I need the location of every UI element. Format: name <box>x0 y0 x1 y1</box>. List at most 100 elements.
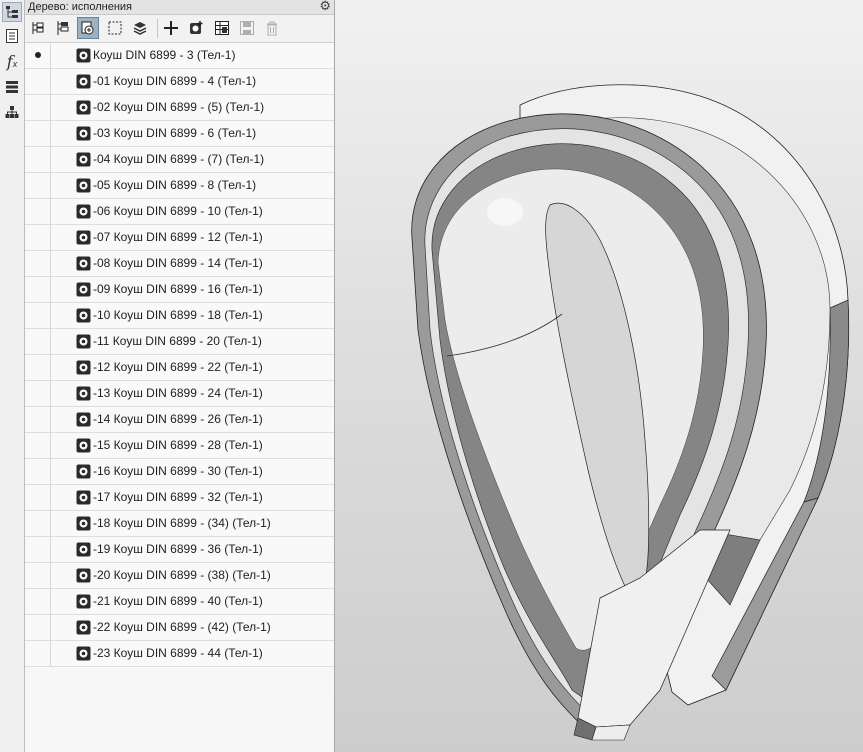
tree-row[interactable]: -12 Коуш DIN 6899 - 22 (Тел-1) <box>25 355 334 381</box>
tree-row[interactable]: -21 Коуш DIN 6899 - 40 (Тел-1) <box>25 589 334 615</box>
part-variant-icon <box>76 568 91 583</box>
variant-properties-icon[interactable] <box>77 17 99 39</box>
panel-titlebar: Дерево: исполнения ⚙ <box>25 0 334 15</box>
current-marker-cell[interactable] <box>25 225 51 250</box>
model-viewport[interactable] <box>335 0 863 752</box>
current-marker-cell[interactable] <box>25 95 51 120</box>
tree-row-label: -01 Коуш DIN 6899 - 4 (Тел-1) <box>93 74 257 88</box>
tree-row-label: -12 Коуш DIN 6899 - 22 (Тел-1) <box>93 360 263 374</box>
tree-row[interactable]: -02 Коуш DIN 6899 - (5) (Тел-1) <box>25 95 334 121</box>
tree-row-label: -15 Коуш DIN 6899 - 28 (Тел-1) <box>93 438 263 452</box>
tree-row-label: -07 Коуш DIN 6899 - 12 (Тел-1) <box>93 230 263 244</box>
tree-row[interactable]: -20 Коуш DIN 6899 - (38) (Тел-1) <box>25 563 334 589</box>
current-marker-cell[interactable] <box>25 43 51 68</box>
part-variant-icon <box>76 74 91 89</box>
current-marker-cell[interactable] <box>25 173 51 198</box>
tree-row-label: -23 Коуш DIN 6899 - 44 (Тел-1) <box>93 646 263 660</box>
current-marker-cell[interactable] <box>25 277 51 302</box>
tree-row[interactable]: -17 Коуш DIN 6899 - 32 (Тел-1) <box>25 485 334 511</box>
part-variant-icon <box>76 594 91 609</box>
part-variant-icon <box>76 412 91 427</box>
panel-title: Дерево: исполнения <box>28 1 133 13</box>
variables-fx-icon[interactable]: fx <box>2 51 22 71</box>
current-marker-cell[interactable] <box>25 199 51 224</box>
tree-row[interactable]: -07 Коуш DIN 6899 - 12 (Тел-1) <box>25 225 334 251</box>
table-edit-icon[interactable] <box>211 17 233 39</box>
tree-row[interactable]: -18 Коуш DIN 6899 - (34) (Тел-1) <box>25 511 334 537</box>
tree-row[interactable]: -13 Коуш DIN 6899 - 24 (Тел-1) <box>25 381 334 407</box>
hierarchy-icon[interactable] <box>2 102 22 122</box>
left-sidebar: fx <box>0 0 25 752</box>
tree-row[interactable]: -08 Коуш DIN 6899 - 14 (Тел-1) <box>25 251 334 277</box>
current-marker-cell[interactable] <box>25 537 51 562</box>
current-marker-cell[interactable] <box>25 303 51 328</box>
part-variant-icon <box>76 386 91 401</box>
part-variant-icon <box>76 490 91 505</box>
tree-structure-icon[interactable] <box>27 17 49 39</box>
tree-row[interactable]: -22 Коуш DIN 6899 - (42) (Тел-1) <box>25 615 334 641</box>
part-variant-icon <box>76 204 91 219</box>
tree-row-label: -13 Коуш DIN 6899 - 24 (Тел-1) <box>93 386 263 400</box>
part-variant-icon <box>76 542 91 557</box>
save-icon[interactable] <box>236 17 258 39</box>
current-marker-cell[interactable] <box>25 511 51 536</box>
current-marker-cell[interactable] <box>25 147 51 172</box>
properties-icon[interactable] <box>2 26 22 46</box>
current-variant-dot-icon <box>35 52 41 58</box>
tree-row[interactable]: -06 Коуш DIN 6899 - 10 (Тел-1) <box>25 199 334 225</box>
part-variant-icon <box>76 100 91 115</box>
tree-icon[interactable] <box>2 2 22 22</box>
part-variant-icon <box>76 126 91 141</box>
tree-row[interactable]: -16 Коуш DIN 6899 - 30 (Тел-1) <box>25 459 334 485</box>
tree-row-label: -03 Коуш DIN 6899 - 6 (Тел-1) <box>93 126 257 140</box>
tree-branch-icon[interactable] <box>52 17 74 39</box>
part-variant-icon <box>76 620 91 635</box>
current-marker-cell[interactable] <box>25 589 51 614</box>
tree-row-label: -16 Коуш DIN 6899 - 30 (Тел-1) <box>93 464 263 478</box>
tree-row[interactable]: -01 Коуш DIN 6899 - 4 (Тел-1) <box>25 69 334 95</box>
current-marker-cell[interactable] <box>25 615 51 640</box>
layers-list-icon[interactable] <box>2 77 22 97</box>
current-marker-cell[interactable] <box>25 485 51 510</box>
current-marker-cell[interactable] <box>25 355 51 380</box>
current-marker-cell[interactable] <box>25 251 51 276</box>
tree-row[interactable]: -14 Коуш DIN 6899 - 26 (Тел-1) <box>25 407 334 433</box>
tree-row-label: -06 Коуш DIN 6899 - 10 (Тел-1) <box>93 204 263 218</box>
tree-row[interactable]: Коуш DIN 6899 - 3 (Тел-1) <box>25 43 334 69</box>
current-marker-cell[interactable] <box>25 121 51 146</box>
current-marker-cell[interactable] <box>25 563 51 588</box>
tree-row-label: -22 Коуш DIN 6899 - (42) (Тел-1) <box>93 620 271 634</box>
tree-row[interactable]: -23 Коуш DIN 6899 - 44 (Тел-1) <box>25 641 334 667</box>
part-variant-icon <box>76 334 91 349</box>
create-variant-icon[interactable] <box>185 17 207 39</box>
tree-toolbar <box>25 15 334 43</box>
current-marker-cell[interactable] <box>25 381 51 406</box>
tree-row-label: -20 Коуш DIN 6899 - (38) (Тел-1) <box>93 568 271 582</box>
tree-row[interactable]: -10 Коуш DIN 6899 - 18 (Тел-1) <box>25 303 334 329</box>
variants-list: Коуш DIN 6899 - 3 (Тел-1) -01 Коуш DIN 68… <box>25 43 334 667</box>
current-marker-cell[interactable] <box>25 459 51 484</box>
thimble-model <box>411 84 850 741</box>
tree-row-label: -14 Коуш DIN 6899 - 26 (Тел-1) <box>93 412 263 426</box>
tree-row[interactable]: -11 Коуш DIN 6899 - 20 (Тел-1) <box>25 329 334 355</box>
delete-icon[interactable] <box>261 17 283 39</box>
tree-row[interactable]: -05 Коуш DIN 6899 - 8 (Тел-1) <box>25 173 334 199</box>
tree-row[interactable]: -04 Коуш DIN 6899 - (7) (Тел-1) <box>25 147 334 173</box>
tree-row[interactable]: -19 Коуш DIN 6899 - 36 (Тел-1) <box>25 537 334 563</box>
current-marker-cell[interactable] <box>25 69 51 94</box>
current-marker-cell[interactable] <box>25 329 51 354</box>
variants-tree-panel: Дерево: исполнения ⚙ Коуш DIN 6899 - 3 (… <box>25 0 335 752</box>
part-variant-icon <box>76 256 91 271</box>
add-icon[interactable] <box>160 17 182 39</box>
select-frame-icon[interactable] <box>104 17 126 39</box>
current-marker-cell[interactable] <box>25 433 51 458</box>
tree-row[interactable]: -09 Коуш DIN 6899 - 16 (Тел-1) <box>25 277 334 303</box>
tree-row[interactable]: -03 Коуш DIN 6899 - 6 (Тел-1) <box>25 121 334 147</box>
layers-icon[interactable] <box>129 17 151 39</box>
current-marker-cell[interactable] <box>25 641 51 666</box>
tree-row[interactable]: -15 Коуш DIN 6899 - 28 (Тел-1) <box>25 433 334 459</box>
current-marker-cell[interactable] <box>25 407 51 432</box>
gear-icon[interactable]: ⚙ <box>319 0 331 13</box>
part-variant-icon <box>76 646 91 661</box>
tree-row-label: -04 Коуш DIN 6899 - (7) (Тел-1) <box>93 152 265 166</box>
